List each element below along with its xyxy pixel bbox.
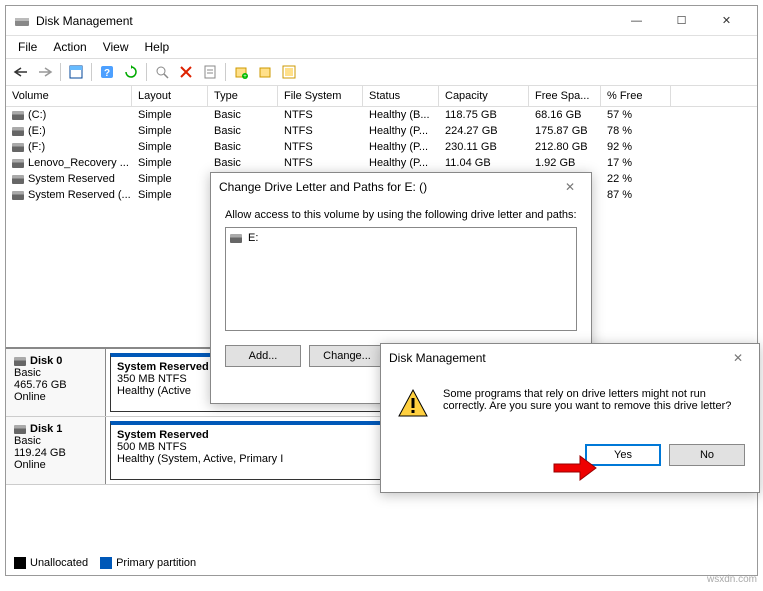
forward-button[interactable]	[34, 61, 56, 83]
titlebar: Disk Management — ☐ ✕	[6, 6, 757, 36]
col-pctfree[interactable]: % Free	[601, 86, 671, 106]
dialog1-close-button[interactable]: ✕	[557, 176, 583, 198]
action-icon[interactable]	[254, 61, 276, 83]
col-filesystem[interactable]: File System	[278, 86, 363, 106]
dialog1-label: Allow access to this volume by using the…	[225, 209, 577, 221]
new-volume-icon[interactable]: +	[230, 61, 252, 83]
table-row[interactable]: (F:) Simple Basic NTFS Healthy (P... 230…	[6, 139, 757, 155]
toolbar: ? +	[6, 58, 757, 86]
col-layout[interactable]: Layout	[132, 86, 208, 106]
drive-icon	[12, 175, 24, 184]
help-icon[interactable]: ?	[96, 61, 118, 83]
close-button[interactable]: ✕	[704, 7, 749, 35]
delete-icon[interactable]	[175, 61, 197, 83]
no-button[interactable]: No	[669, 444, 745, 466]
watermark: wsxdn.com	[707, 574, 757, 585]
confirm-message: Some programs that rely on drive letters…	[443, 388, 743, 420]
disk-info: Disk 0 Basic465.76 GBOnline	[6, 349, 106, 416]
disk-icon	[14, 425, 26, 434]
back-button[interactable]	[10, 61, 32, 83]
action-icon-2[interactable]	[278, 61, 300, 83]
disk-info: Disk 1 Basic119.24 GBOnline	[6, 417, 106, 484]
col-type[interactable]: Type	[208, 86, 278, 106]
svg-text:+: +	[243, 74, 247, 79]
properties-icon[interactable]	[199, 61, 221, 83]
drive-icon	[12, 143, 24, 152]
window-title: Disk Management	[36, 14, 614, 28]
drive-icon	[12, 111, 24, 120]
drive-icon	[12, 127, 24, 136]
refresh-icon[interactable]	[120, 61, 142, 83]
warning-icon	[397, 388, 429, 420]
legend-primary-label: Primary partition	[116, 557, 196, 569]
drive-icon	[230, 234, 242, 243]
dialog2-titlebar: Disk Management ✕	[381, 344, 759, 372]
drive-letter-value: E:	[248, 232, 258, 244]
menu-help[interactable]: Help	[137, 38, 178, 56]
legend-unallocated-swatch	[14, 557, 26, 569]
list-item[interactable]: E:	[228, 230, 574, 246]
col-free[interactable]: Free Spa...	[529, 86, 601, 106]
app-icon	[14, 13, 30, 29]
col-volume[interactable]: Volume	[6, 86, 132, 106]
dialog1-title: Change Drive Letter and Paths for E: ()	[219, 180, 557, 194]
dialog1-titlebar: Change Drive Letter and Paths for E: () …	[211, 173, 591, 201]
table-header: Volume Layout Type File System Status Ca…	[6, 86, 757, 107]
legend-primary-swatch	[100, 557, 112, 569]
add-button[interactable]: Add...	[225, 345, 301, 367]
drive-paths-list[interactable]: E:	[225, 227, 577, 331]
dialog2-title: Disk Management	[389, 351, 725, 365]
disk-icon	[14, 357, 26, 366]
drive-icon	[12, 159, 24, 168]
menu-file[interactable]: File	[10, 38, 45, 56]
change-button[interactable]: Change...	[309, 345, 385, 367]
menu-action[interactable]: Action	[45, 38, 94, 56]
menu-view[interactable]: View	[95, 38, 137, 56]
menubar: File Action View Help	[6, 36, 757, 58]
search-icon[interactable]	[151, 61, 173, 83]
annotation-arrow	[552, 454, 598, 487]
table-row[interactable]: Lenovo_Recovery ... Simple Basic NTFS He…	[6, 155, 757, 171]
svg-text:?: ?	[104, 68, 110, 79]
table-row[interactable]: (E:) Simple Basic NTFS Healthy (P... 224…	[6, 123, 757, 139]
panel-button[interactable]	[65, 61, 87, 83]
legend-unallocated-label: Unallocated	[30, 557, 88, 569]
minimize-button[interactable]: —	[614, 7, 659, 35]
maximize-button[interactable]: ☐	[659, 7, 704, 35]
drive-icon	[12, 191, 24, 200]
col-status[interactable]: Status	[363, 86, 439, 106]
legend: Unallocated Primary partition	[14, 557, 196, 569]
col-capacity[interactable]: Capacity	[439, 86, 529, 106]
dialog2-close-button[interactable]: ✕	[725, 347, 751, 369]
table-row[interactable]: (C:) Simple Basic NTFS Healthy (B... 118…	[6, 107, 757, 123]
